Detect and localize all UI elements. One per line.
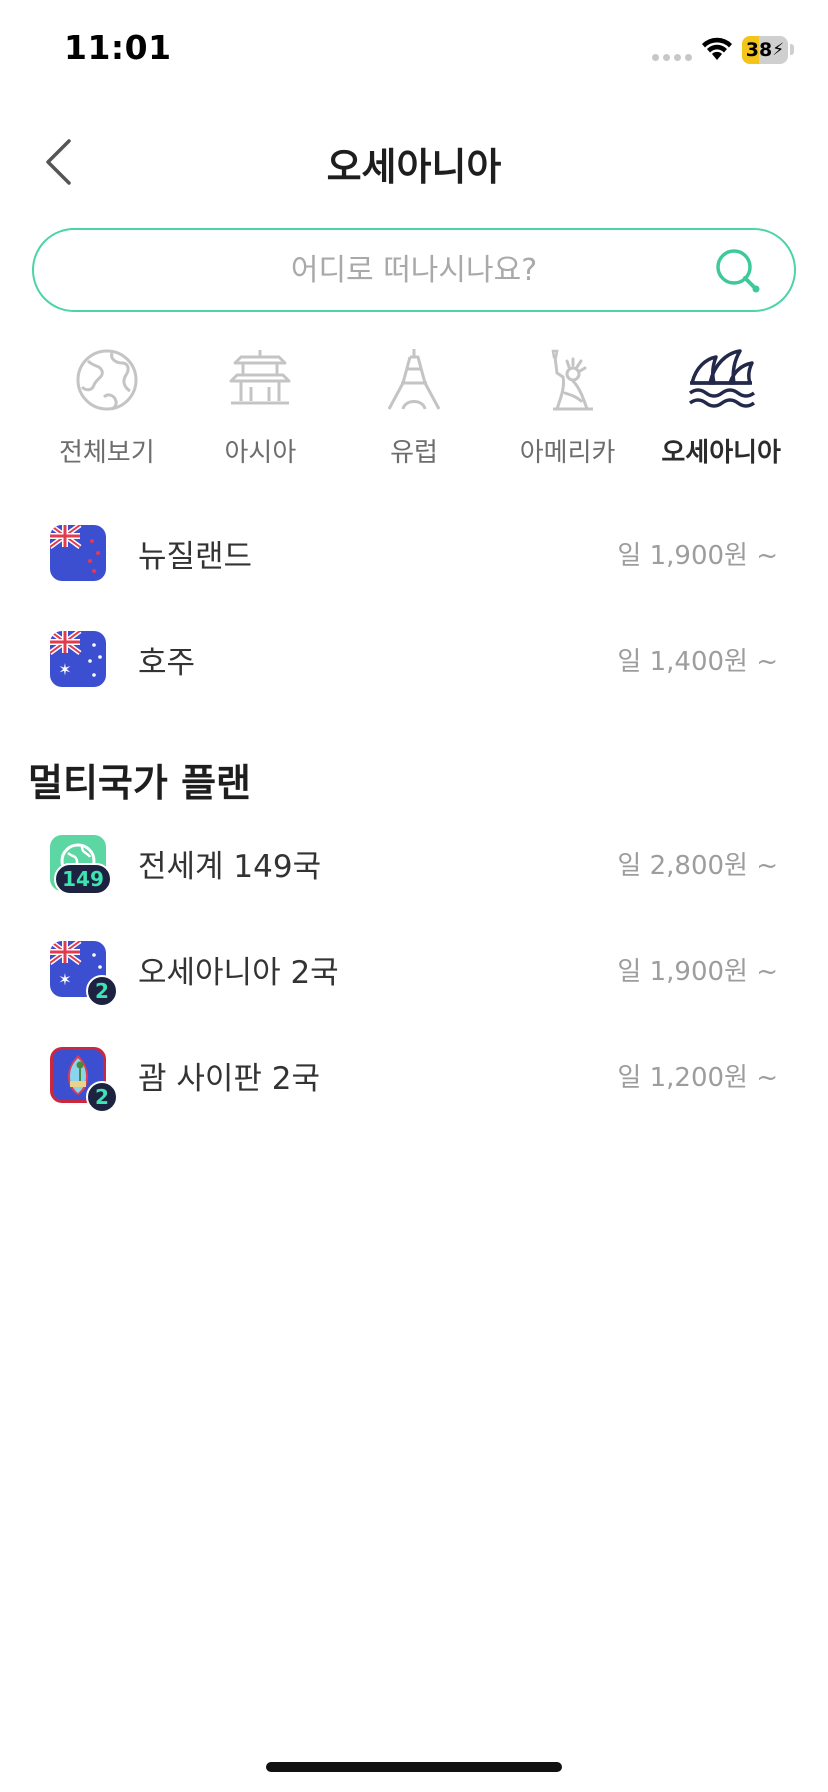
tab-europe[interactable]: 유럽 xyxy=(337,344,491,474)
item-price: 일 1,900원 ~ xyxy=(617,540,778,571)
item-name: 전세계 149국 xyxy=(138,848,322,885)
list-item-oceania-2[interactable]: ✶ 2 오세아니아 2국 일 1,900원 ~ xyxy=(0,916,828,1022)
item-price: 일 2,800원 ~ xyxy=(617,850,778,881)
globe-icon xyxy=(76,349,138,411)
search-input[interactable] xyxy=(134,252,694,288)
home-indicator xyxy=(266,1762,562,1772)
item-name: 호주 xyxy=(138,644,196,681)
region-tabs: 전체보기 아시아 유럽 아메리카 오세아니아 xyxy=(30,344,798,474)
svg-text:✶: ✶ xyxy=(58,970,71,989)
tab-label: 오세아니아 xyxy=(661,438,781,468)
guam-flag-icon: 2 xyxy=(50,1047,118,1113)
section-title-multi-country: 멀티국가 플랜 xyxy=(28,761,251,805)
item-price: 일 1,900원 ~ xyxy=(617,956,778,987)
cellular-signal-icon xyxy=(652,54,692,61)
eiffel-tower-icon xyxy=(387,349,441,410)
list-item-australia[interactable]: ✶ 호주 일 1,400원 ~ xyxy=(0,606,828,712)
status-time: 11:01 xyxy=(64,28,172,67)
multi-country-list: 149 전세계 149국 일 2,800원 ~ ✶ 2 오세아니아 2국 일 1… xyxy=(0,810,828,1128)
status-bar: 11:01 38 ⚡ xyxy=(0,0,828,100)
australia-flag-icon: ✶ 2 xyxy=(50,941,118,1007)
count-badge: 149 xyxy=(54,863,112,895)
tab-label: 전체보기 xyxy=(58,438,155,468)
tab-label: 아메리카 xyxy=(519,438,616,468)
battery-percentage: 38 xyxy=(745,39,773,61)
item-price: 일 1,400원 ~ xyxy=(617,646,778,677)
statue-of-liberty-icon xyxy=(551,349,593,411)
item-price: 일 1,200원 ~ xyxy=(617,1062,778,1093)
search-bar[interactable] xyxy=(32,228,796,312)
tab-asia[interactable]: 아시아 xyxy=(184,344,338,474)
list-item-new-zealand[interactable]: 뉴질랜드 일 1,900원 ~ xyxy=(0,500,828,606)
australia-flag-icon: ✶ xyxy=(50,631,106,687)
svg-text:✶: ✶ xyxy=(58,660,71,679)
item-name: 괌 사이판 2국 xyxy=(138,1060,321,1097)
tab-label: 유럽 xyxy=(390,438,438,468)
list-item-guam-saipan-2[interactable]: 2 괌 사이판 2국 일 1,200원 ~ xyxy=(0,1022,828,1128)
world-globe-icon: 149 xyxy=(50,835,112,895)
search-icon[interactable] xyxy=(714,247,762,295)
list-item-world-149[interactable]: 149 전세계 149국 일 2,800원 ~ xyxy=(0,810,828,916)
tab-label: 아시아 xyxy=(224,438,297,468)
battery-icon: 38 ⚡ xyxy=(742,36,788,64)
item-name: 오세아니아 2국 xyxy=(138,954,339,991)
count-badge: 2 xyxy=(86,975,118,1007)
country-list: 뉴질랜드 일 1,900원 ~ ✶ 호주 일 1,400원 ~ xyxy=(0,500,828,712)
tab-all[interactable]: 전체보기 xyxy=(30,344,184,474)
tab-oceania[interactable]: 오세아니아 xyxy=(644,344,798,474)
count-badge: 2 xyxy=(86,1081,118,1113)
pagoda-icon xyxy=(229,350,291,405)
wifi-icon xyxy=(702,37,732,60)
tab-americas[interactable]: 아메리카 xyxy=(491,344,645,474)
page-title: 오세아니아 xyxy=(326,145,502,189)
new-zealand-flag-icon xyxy=(50,525,106,581)
item-name: 뉴질랜드 xyxy=(138,538,253,575)
sydney-opera-house-icon xyxy=(689,349,756,408)
